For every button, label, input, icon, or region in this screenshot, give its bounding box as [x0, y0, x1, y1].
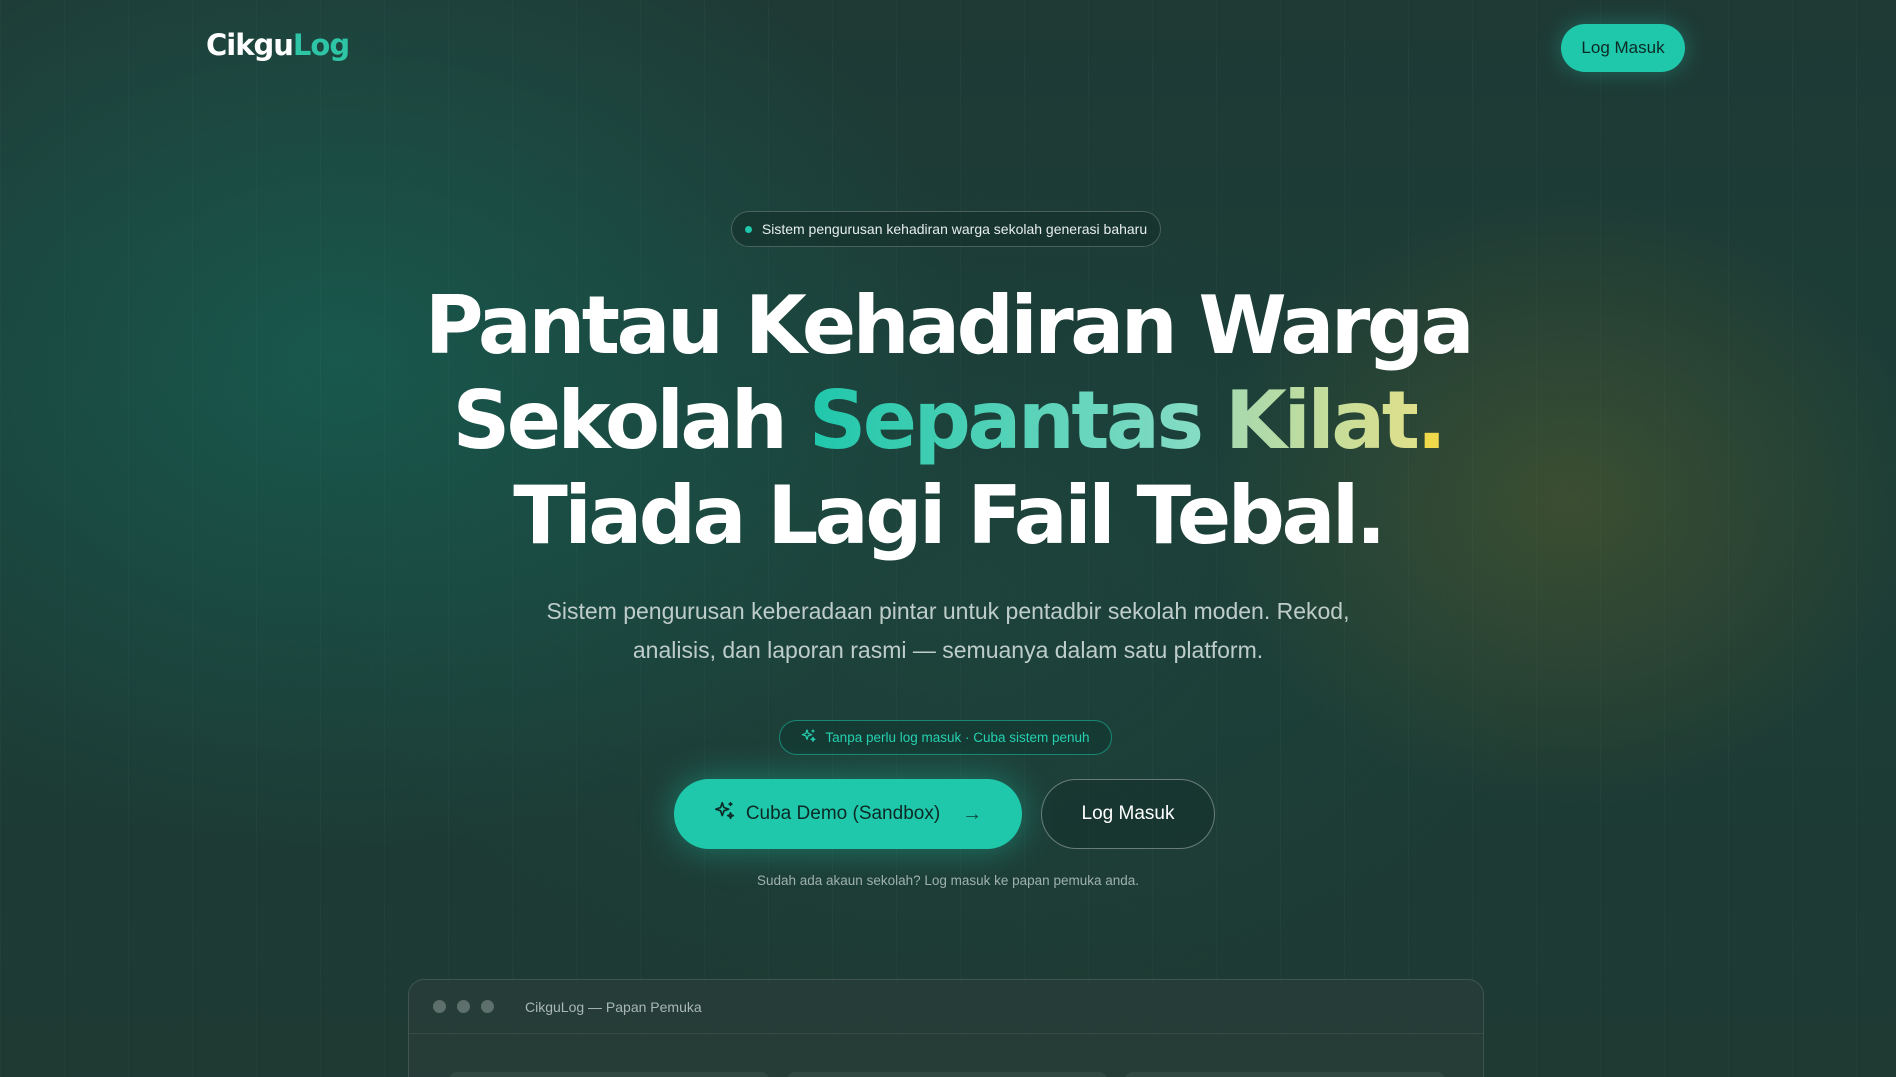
announcement-badge: Sistem pengurusan kehadiran warga sekola…	[731, 211, 1161, 247]
login-hint-text: Sudah ada akaun sekolah? Log masuk ke pa…	[756, 873, 1140, 888]
hero-heading: Pantau Kehadiran Warga Sekolah Sepantas …	[348, 278, 1548, 563]
preview-card	[1125, 1072, 1445, 1077]
logo-text-accent: Log	[292, 28, 350, 62]
nav-login-button[interactable]: Log Masuk	[1561, 24, 1685, 72]
hero-highlight-kilat: Kilat	[1224, 374, 1420, 467]
badge-text: Sistem pengurusan kehadiran warga sekola…	[761, 221, 1148, 237]
window-dot-icon	[433, 1000, 446, 1013]
preview-window-title: CikguLog — Papan Pemuka	[525, 998, 702, 1015]
try-demo-button[interactable]: Cuba Demo (Sandbox) →	[674, 779, 1022, 849]
hero-highlight-sepantas: Sepantas	[808, 374, 1204, 467]
sparkles-icon	[801, 728, 817, 747]
hero-line-1: Pantau Kehadiran Warga	[424, 279, 1475, 372]
preview-card	[449, 1072, 769, 1077]
logo-text-primary: Cikgu	[206, 28, 294, 62]
preview-title-bar: CikguLog — Papan Pemuka	[409, 980, 1483, 1034]
window-dot-icon	[481, 1000, 494, 1013]
logo[interactable]: CikguLog	[206, 28, 350, 62]
sparkles-icon	[714, 800, 736, 828]
try-demo-label: Cuba Demo (Sandbox)	[745, 803, 941, 824]
window-dot-icon	[457, 1000, 470, 1013]
hero-space	[1201, 374, 1225, 467]
status-dot-icon	[744, 225, 752, 233]
hero-subtitle: Sistem pengurusan keberadaan pintar untu…	[546, 598, 1350, 663]
hero-login-button[interactable]: Log Masuk	[1041, 779, 1215, 849]
dashboard-preview-window: CikguLog — Papan Pemuka	[408, 979, 1484, 1077]
no-login-pill: Tanpa perlu log masuk · Cuba sistem penu…	[779, 720, 1112, 755]
hero-dot: .	[1416, 374, 1447, 467]
preview-card	[787, 1072, 1107, 1077]
pill-text: Tanpa perlu log masuk · Cuba sistem penu…	[825, 730, 1090, 745]
hero-line-2-plain: Sekolah	[452, 374, 809, 467]
hero-line-3: Tiada Lagi Fail Tebal.	[513, 469, 1386, 562]
top-nav: CikguLog Log Masuk	[0, 0, 1896, 96]
arrow-right-icon: →	[962, 802, 983, 825]
